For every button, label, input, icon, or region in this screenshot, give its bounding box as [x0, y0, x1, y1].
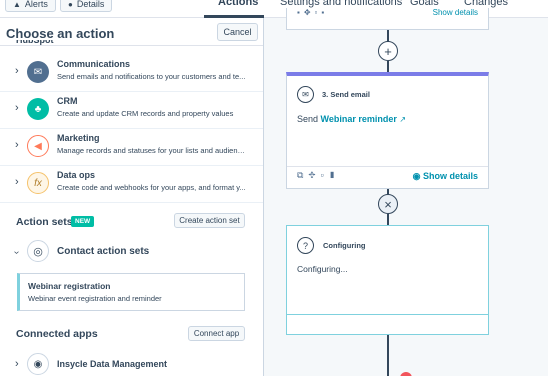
alerts-button[interactable]: ▲ Alerts [5, 0, 56, 12]
card-tools-icons: ▪✥▫▪ [297, 8, 329, 17]
alerts-label: Alerts [24, 0, 48, 9]
card-tools-icons[interactable]: ⧉✥▫▮ [297, 170, 341, 181]
show-details-link[interactable]: Show details [433, 8, 478, 17]
info-icon: ● [68, 0, 73, 9]
category-title: CRM [57, 96, 78, 106]
category-title: Data ops [57, 170, 96, 180]
webinar-registration-card[interactable]: Webinar registration Webinar event regis… [17, 273, 245, 311]
webinar-reminder-link[interactable]: Webinar reminder [321, 114, 397, 124]
webinar-title: Webinar registration [28, 281, 111, 291]
webinar-desc: Webinar event registration and reminder [28, 294, 162, 303]
envelope-icon: ✉ [27, 61, 49, 83]
panel-title: Choose an action [6, 26, 115, 41]
insycle-app-title[interactable]: Insycle Data Management [57, 359, 167, 369]
chevron-right-icon[interactable]: › [15, 358, 19, 370]
end-marker-icon [400, 372, 412, 376]
create-action-set-button[interactable]: Create action set [174, 213, 245, 228]
contact-action-sets-title[interactable]: Contact action sets [57, 246, 149, 257]
new-badge: NEW [71, 216, 95, 227]
show-details-link[interactable]: ◉ Show details [413, 171, 478, 182]
cancel-button[interactable]: Cancel [217, 23, 258, 41]
insycle-logo-icon: ◉ [27, 353, 49, 375]
function-icon: fx [27, 172, 49, 194]
category-data-ops[interactable]: › fx Data ops Create code and webhooks f… [0, 166, 263, 203]
add-action-button[interactable]: + [378, 41, 398, 61]
tab-actions[interactable]: Actions [218, 0, 258, 8]
category-title: Communications [57, 59, 131, 69]
action-body: Send Webinar reminder ↗ [297, 114, 406, 124]
category-desc: Send emails and notifications to your cu… [57, 72, 246, 81]
connector-line [387, 61, 389, 72]
megaphone-icon: ◀ [27, 135, 49, 157]
action-title: 3. Send email [322, 90, 370, 99]
connector-line [387, 214, 389, 225]
people-icon: ♣ [27, 98, 49, 120]
category-desc: Manage records and statuses for your lis… [57, 146, 247, 155]
tab-changes[interactable]: Changes [464, 0, 508, 8]
divider [0, 45, 263, 46]
configuring-title: Configuring [323, 241, 366, 250]
action-set-icon: ◎ [27, 240, 49, 262]
show-details-label: Show details [422, 171, 478, 181]
details-label: Details [76, 0, 105, 9]
close-insert-button[interactable]: × [378, 194, 398, 214]
category-title: Marketing [57, 133, 100, 143]
category-desc: Create and update CRM records and proper… [57, 109, 234, 118]
divider [287, 314, 488, 315]
chevron-right-icon: › [15, 139, 19, 151]
tab-goals[interactable]: Goals [410, 0, 439, 8]
connected-apps-heading: Connected apps [16, 328, 98, 340]
question-icon: ? [297, 237, 314, 254]
eye-icon: ◉ [412, 171, 423, 181]
chevron-down-icon[interactable]: › [11, 251, 22, 254]
category-crm[interactable]: › ♣ CRM Create and update CRM records an… [0, 92, 263, 129]
configuring-card[interactable]: ? Configuring Configuring... [286, 225, 489, 335]
category-communications[interactable]: › ✉ Communications Send emails and notif… [0, 55, 263, 92]
configuring-body: Configuring... [297, 264, 348, 274]
previous-action-card[interactable]: ▪✥▫▪ Show details [286, 8, 489, 30]
connect-app-button[interactable]: Connect app [188, 326, 245, 341]
envelope-icon: ✉ [297, 86, 314, 103]
external-link-icon: ↗ [399, 115, 407, 124]
tab-settings-notifications[interactable]: Settings and notifications [280, 0, 402, 8]
category-marketing[interactable]: › ◀ Marketing Manage records and statuse… [0, 129, 263, 166]
workflow-canvas: ▪✥▫▪ Show details + ✉ 3. Send email Send… [265, 8, 548, 376]
chevron-right-icon: › [15, 102, 19, 114]
choose-action-panel: HubSpot Choose an action Cancel › ✉ Comm… [0, 18, 264, 376]
divider [287, 166, 488, 167]
connector-line [387, 335, 389, 376]
body-prefix: Send [297, 114, 319, 124]
chevron-right-icon: › [15, 65, 19, 77]
details-button[interactable]: ● Details [60, 0, 113, 12]
chevron-right-icon: › [15, 176, 19, 188]
send-email-card[interactable]: ✉ 3. Send email Send Webinar reminder ↗ … [286, 72, 489, 189]
warning-icon: ▲ [13, 0, 21, 9]
action-sets-heading: Action sets [16, 216, 73, 228]
category-desc: Create code and webhooks for your apps, … [57, 183, 246, 192]
